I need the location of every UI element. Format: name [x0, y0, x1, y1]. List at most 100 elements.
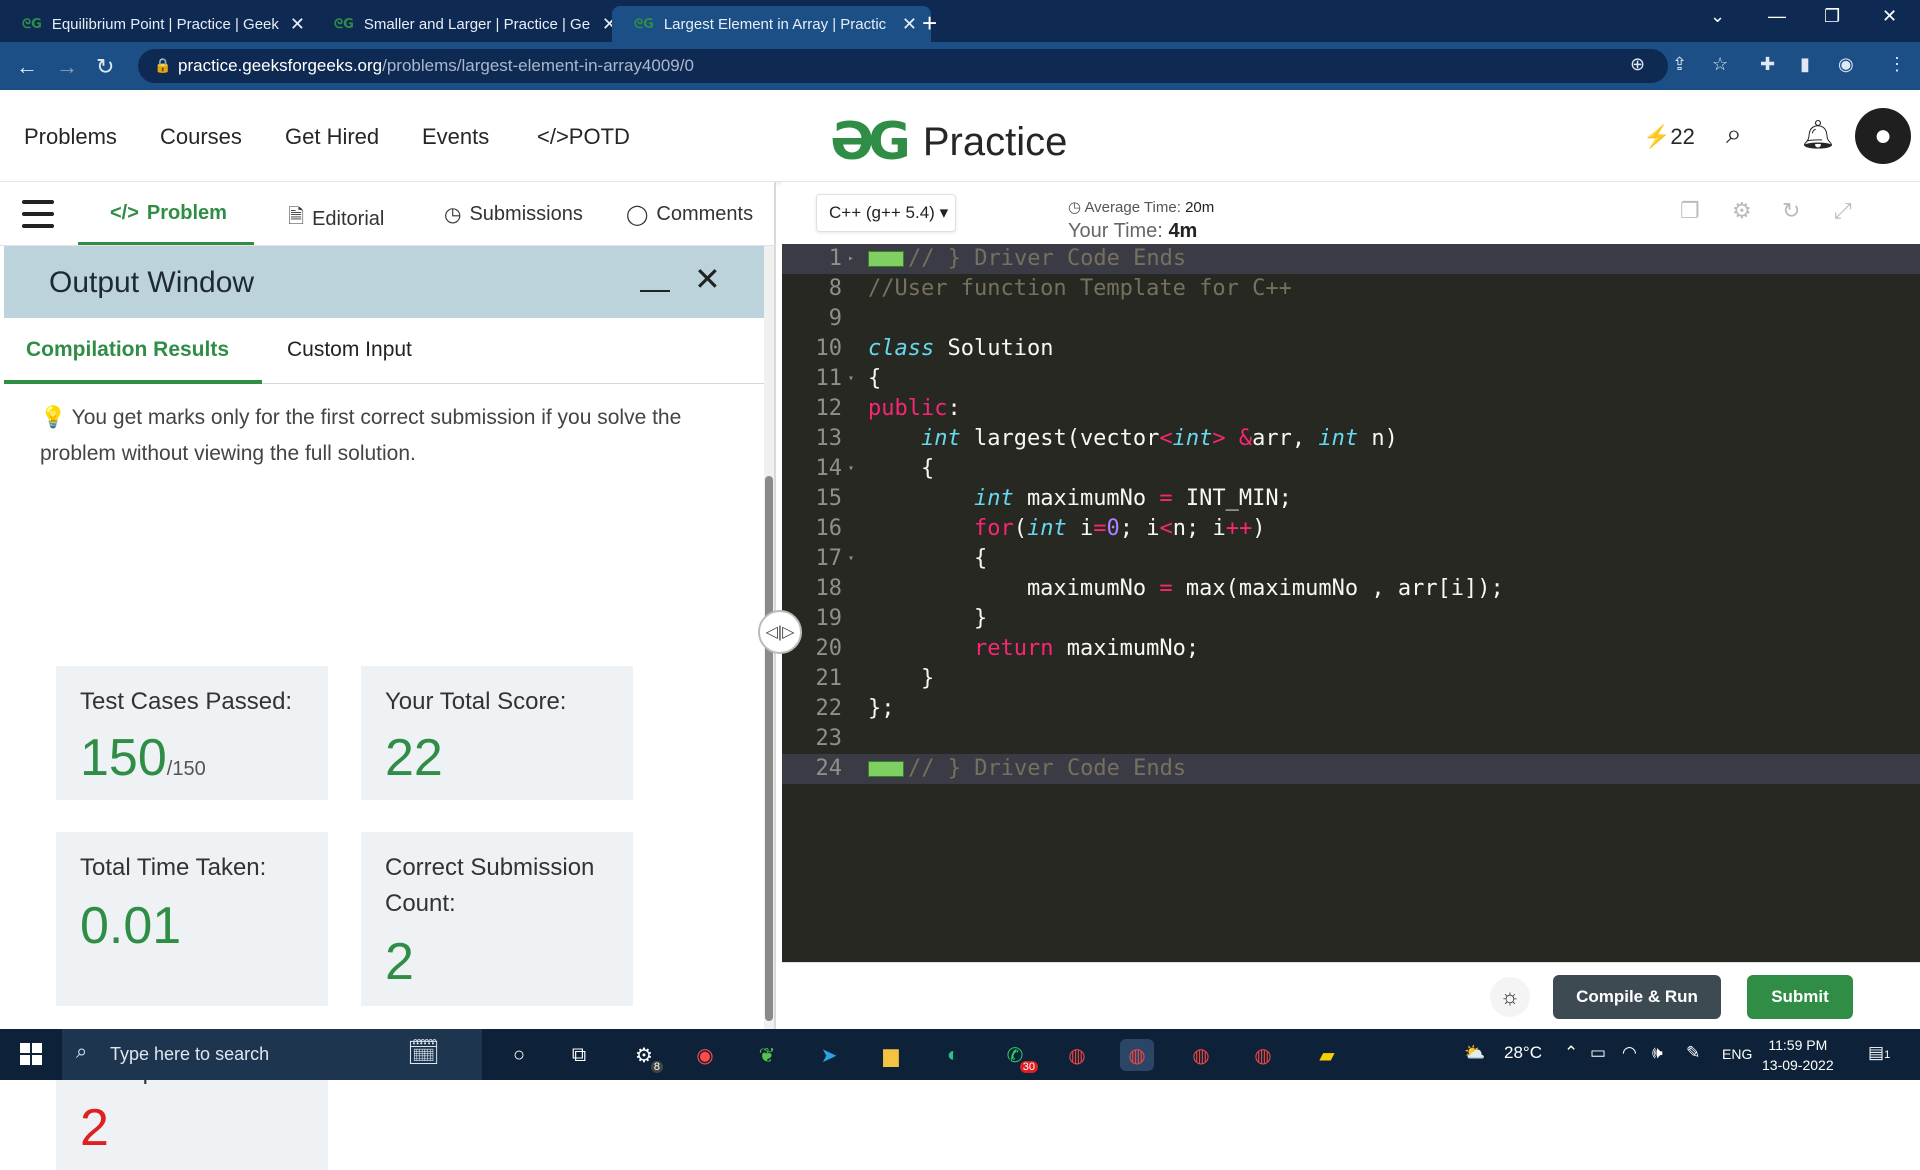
clock-time: 11:59 PM [1768, 1037, 1828, 1053]
code-editor[interactable]: 1 ▸// } Driver Code Ends 8//User function… [782, 244, 1920, 962]
browser-tab[interactable]: ᘓG Smaller and Larger | Practice | Ge ✕ [312, 6, 631, 42]
tab-label: Submissions [469, 203, 583, 225]
chrome-active-icon[interactable]: ◍ [1120, 1039, 1154, 1071]
tab-custom-input[interactable]: Custom Input [287, 338, 412, 362]
weather-temp[interactable]: 28°C [1504, 1043, 1542, 1063]
close-icon[interactable]: ✕ [694, 260, 721, 298]
nav-potd[interactable]: </>POTD [537, 124, 630, 150]
system-clock[interactable]: 11:59 PM 13-09-2022 [1762, 1035, 1834, 1075]
copy-icon[interactable]: ❐ [1680, 198, 1700, 224]
windows-start-icon[interactable] [20, 1043, 42, 1065]
nav-events[interactable]: Events [422, 124, 489, 150]
score-card: Your Total Score: 22 [361, 666, 633, 800]
problem-tabs: </> Problem 🗎 Editorial ◷ Submissions ◯ Comm… [0, 182, 776, 246]
tab-search-chevron-icon[interactable]: ⌄ [1710, 6, 1725, 27]
task-view-icon[interactable]: ⧉ [562, 1039, 596, 1071]
chrome-canary-icon[interactable]: ◉ [688, 1039, 722, 1071]
code-line: 21 } [815, 666, 935, 691]
close-tab-icon[interactable]: ✕ [290, 14, 305, 35]
tray-chevron-up-icon[interactable]: ⌃ [1564, 1043, 1578, 1063]
wifi-icon[interactable]: ◠ [1622, 1043, 1637, 1063]
code-icon: </> [110, 202, 139, 224]
your-time-label: Your Time: [1068, 220, 1163, 242]
editor-toolbar: C++ (g++ 5.4) ▾ ◷ Average Time: 20m Your… [782, 182, 1920, 244]
cortana-icon[interactable]: ○ [502, 1039, 536, 1071]
close-tab-icon[interactable]: ✕ [902, 14, 917, 35]
bookmark-star-icon[interactable]: ☆ [1712, 54, 1728, 75]
volume-icon[interactable]: 🕪︎ [1652, 1043, 1663, 1063]
side-panel-icon[interactable]: ▮ [1800, 54, 1810, 75]
lightbulb-icon[interactable]: ☼ [1490, 977, 1530, 1017]
attempts-value: 2 [80, 1099, 109, 1157]
reload-icon[interactable]: ↻ [96, 54, 114, 80]
fold-marker-icon[interactable] [868, 761, 904, 777]
streak-counter[interactable]: ⚡22 [1643, 124, 1695, 150]
nav-courses[interactable]: Courses [160, 124, 242, 150]
extensions-puzzle-icon[interactable]: ✚ [1760, 54, 1775, 75]
browser-tab[interactable]: ᘓG Equilibrium Point | Practice | Geek ✕ [0, 6, 319, 42]
card-label: Correct Submission Count: [385, 854, 595, 917]
steam-icon[interactable]: ⚙ 8 [627, 1039, 663, 1073]
minimize-icon[interactable] [640, 290, 670, 292]
settings-gear-icon[interactable]: ⚙ [1732, 198, 1752, 224]
telegram-icon[interactable]: ➤ [812, 1039, 846, 1071]
whatsapp-icon[interactable]: ✆ 30 [998, 1039, 1038, 1073]
new-tab-icon[interactable]: + [922, 8, 937, 39]
sticky-notes-icon[interactable]: ▰ [1310, 1039, 1344, 1071]
chrome-icon[interactable]: ◍ [1060, 1039, 1094, 1071]
search-icon[interactable]: ⌕ [1726, 118, 1742, 151]
scrollbar-thumb[interactable] [765, 476, 773, 1021]
share-icon[interactable]: ⇪ [1672, 54, 1687, 75]
code-line: 19 } [815, 606, 988, 631]
lightbulb-icon: 💡 [40, 406, 67, 429]
compile-run-button[interactable]: Compile & Run [1553, 975, 1721, 1019]
chrome-profile-icon[interactable]: ◍ [1184, 1039, 1218, 1071]
edge-icon[interactable]: ◐ [936, 1039, 970, 1071]
tab-problem[interactable]: </> Problem [110, 202, 227, 225]
back-icon[interactable]: ← [16, 54, 38, 80]
close-window-icon[interactable]: ✕ [1882, 6, 1897, 27]
reset-icon[interactable]: ↻ [1782, 198, 1800, 224]
problem-pane: </> Problem 🗎 Editorial ◷ Submissions ◯ Comm… [0, 182, 776, 1170]
input-language[interactable]: ENG [1722, 1046, 1752, 1062]
pen-icon[interactable]: ✎ [1686, 1043, 1700, 1063]
tab-submissions[interactable]: ◷ Submissions [444, 202, 583, 227]
browser-tab-active[interactable]: ᘓG Largest Element in Array | Practic ✕ [612, 6, 931, 42]
hamburger-menu-icon[interactable] [22, 200, 54, 228]
fold-marker-icon[interactable] [868, 251, 904, 267]
forward-icon[interactable]: → [56, 54, 78, 80]
tab-editorial[interactable]: 🗎 Editorial [288, 202, 384, 236]
zoom-icon[interactable]: ⊕ [1630, 54, 1645, 75]
chrome-profile-2-icon[interactable]: ◍ [1246, 1039, 1280, 1071]
tab-compilation-results[interactable]: Compilation Results [26, 338, 229, 362]
submit-button[interactable]: Submit [1747, 975, 1853, 1019]
file-explorer-icon[interactable]: ▆ [874, 1039, 908, 1071]
url-input[interactable]: 🔒 practice.geeksforgeeks.org/problems/la… [138, 49, 1668, 83]
clock-icon: ◷ [444, 204, 462, 226]
code-line: 12 public: [815, 396, 961, 421]
minimize-window-icon[interactable]: — [1768, 6, 1786, 27]
nav-problems[interactable]: Problems [24, 124, 117, 150]
nav-get-hired[interactable]: Get Hired [285, 124, 379, 150]
weather-icon[interactable]: ⛅ [1464, 1043, 1485, 1063]
app-leaf-icon[interactable]: ❦ [750, 1039, 784, 1071]
notification-bell-icon[interactable]: 🔔︎ [1800, 118, 1836, 151]
restore-window-icon[interactable]: ❐ [1824, 6, 1840, 27]
code-line: 22}; [815, 696, 895, 721]
your-time-value: 4m [1168, 220, 1198, 242]
fullscreen-icon[interactable]: ⤢ [1834, 198, 1852, 224]
tab-comments[interactable]: ◯ Comments [626, 202, 753, 227]
battery-icon[interactable]: ▭ [1590, 1043, 1606, 1063]
average-time: ◷ Average Time: 20m [1068, 198, 1214, 216]
browser-menu-icon[interactable]: ⋮ [1888, 54, 1906, 75]
avg-time-value: 20m [1185, 199, 1215, 216]
taskbar-search-input[interactable]: ⌕ Type here to search 🗓︎ [62, 1029, 482, 1080]
gfg-practice-logo[interactable]: ƏG Practice [830, 112, 1067, 172]
gfg-favicon-icon: ᘓG [634, 16, 654, 32]
user-avatar-icon[interactable]: ● [1855, 108, 1911, 164]
language-select[interactable]: C++ (g++ 5.4) ▾ [816, 194, 956, 232]
profile-avatar-icon[interactable]: ◉ [1838, 54, 1854, 75]
notification-center-icon[interactable]: ▤1 [1868, 1043, 1890, 1063]
streak-value: 22 [1670, 124, 1695, 149]
pane-resize-handle-icon[interactable]: ◁|▷ [758, 610, 802, 654]
